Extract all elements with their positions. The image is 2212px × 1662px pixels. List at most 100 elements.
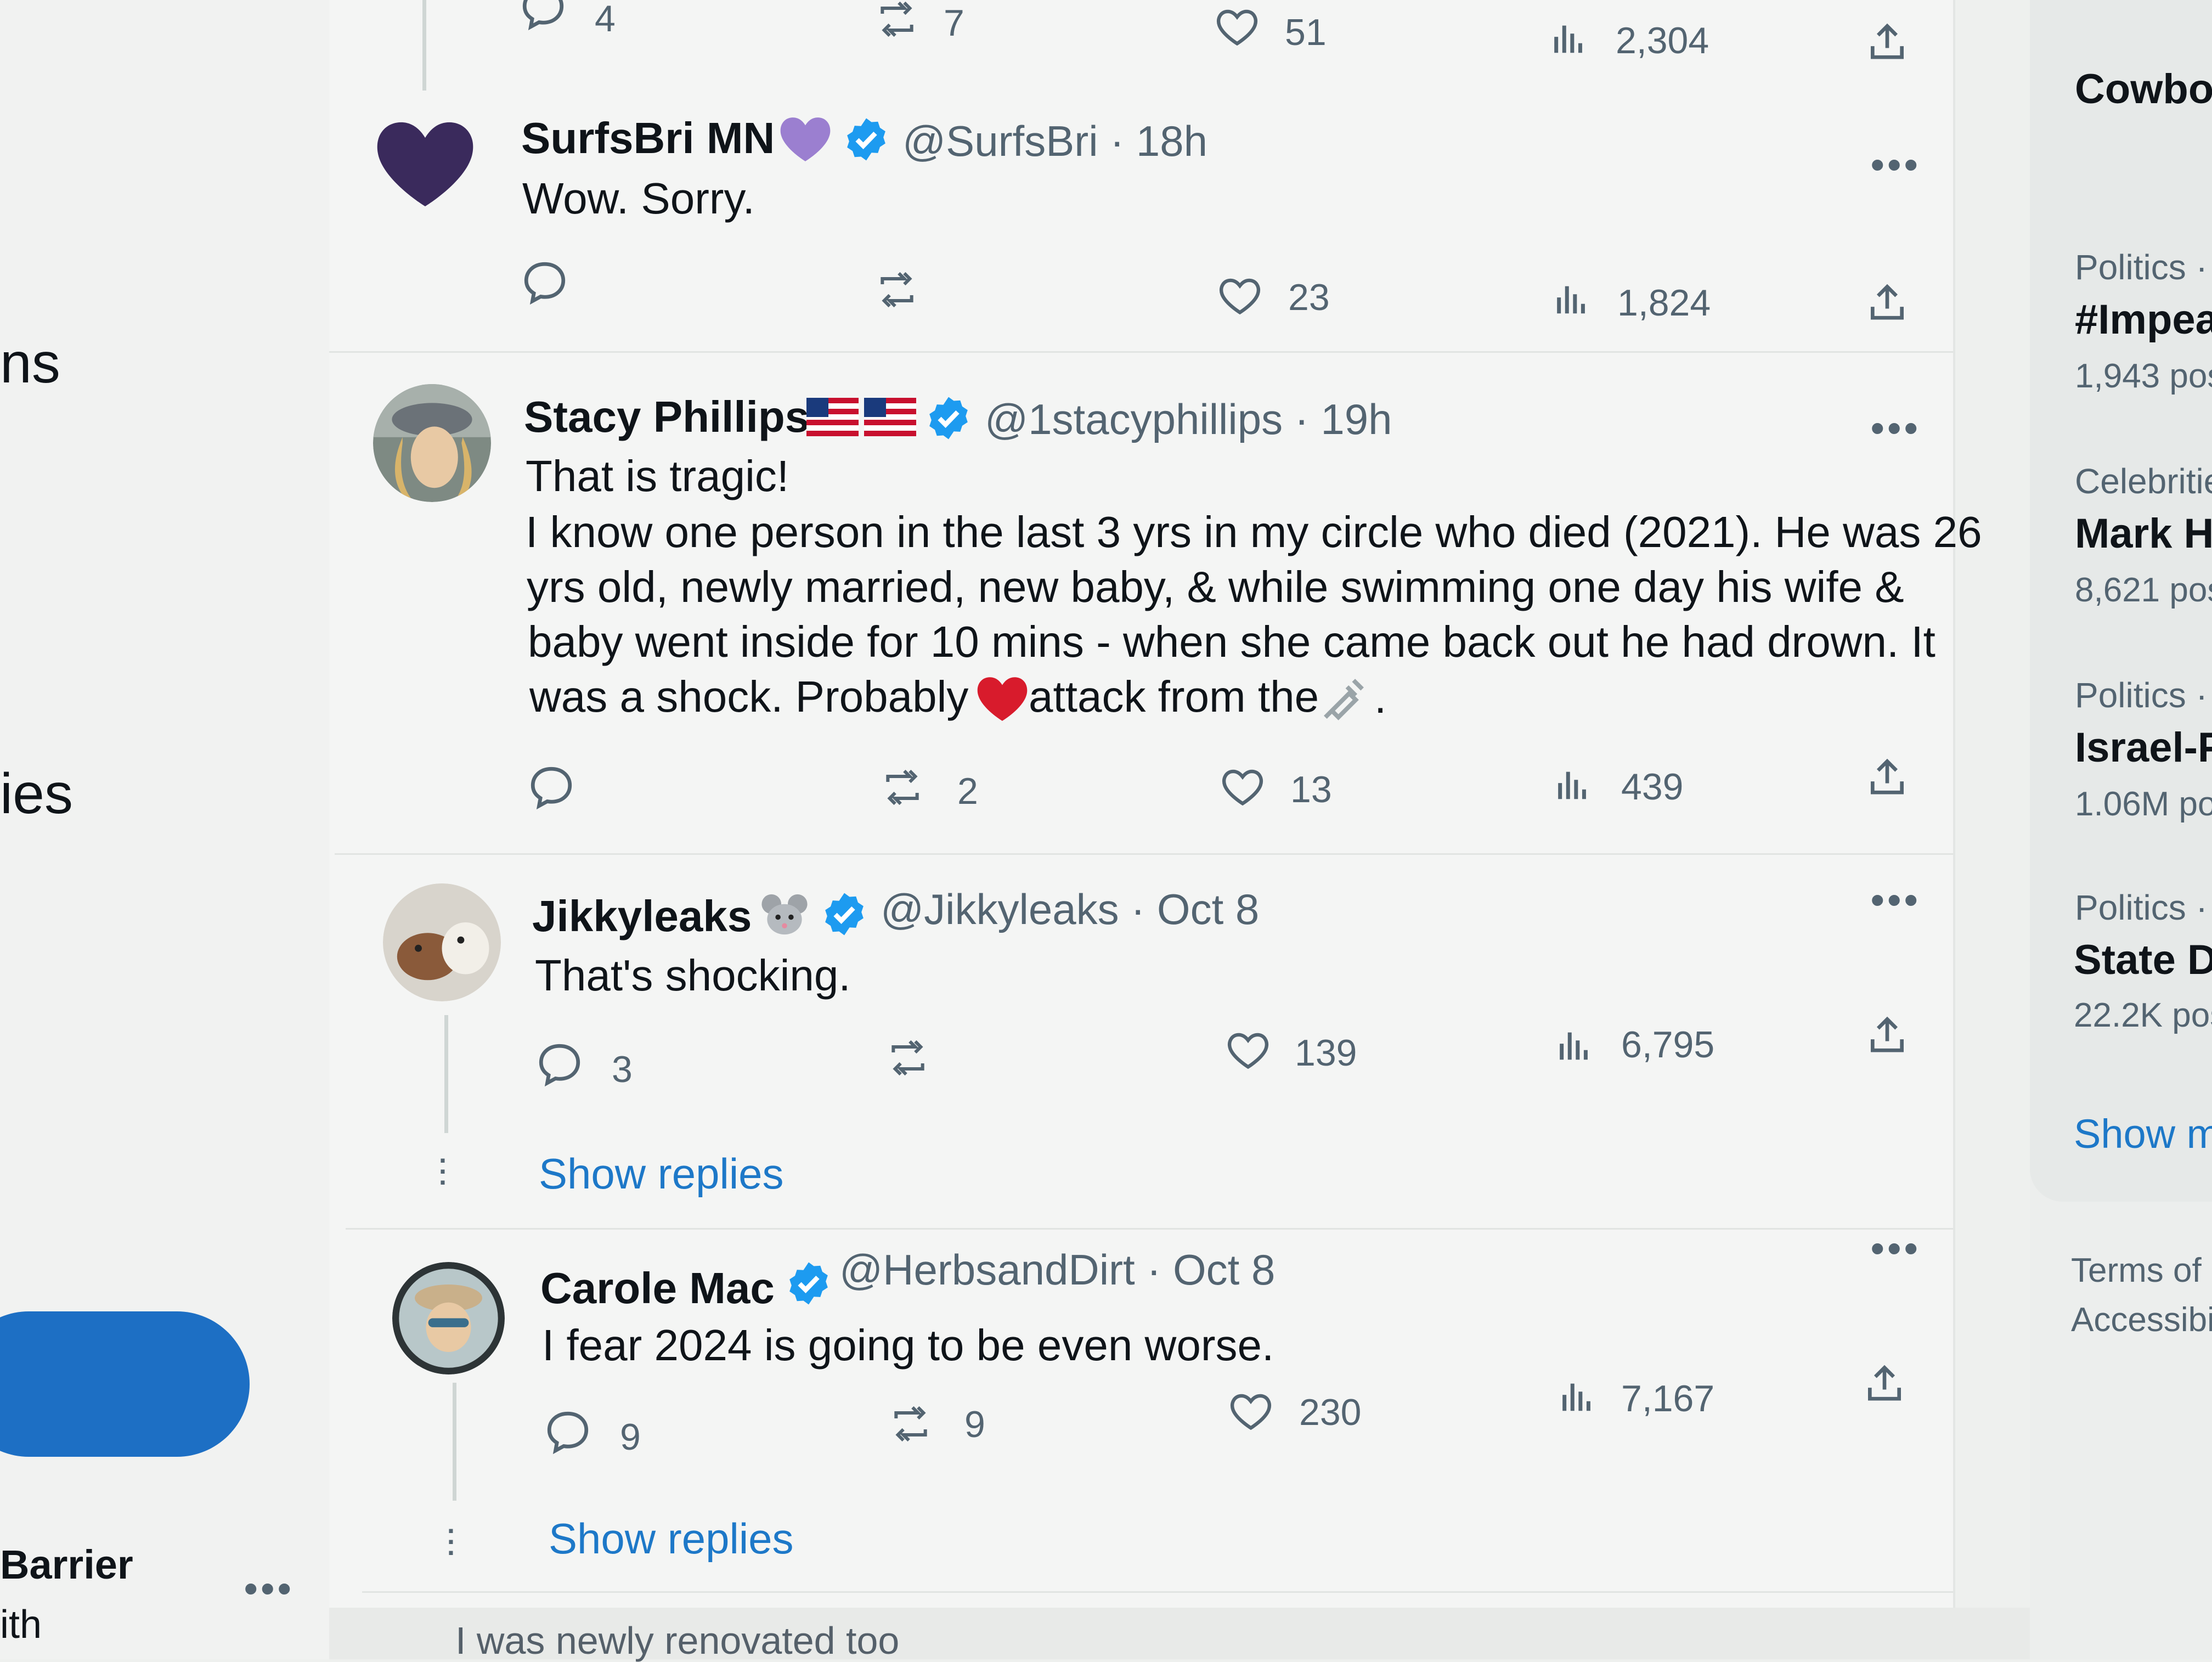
reply-icon[interactable]: [518, 0, 568, 33]
repost-icon[interactable]: [878, 765, 927, 809]
trend-title-partial[interactable]: Cowboy: [2075, 69, 2212, 110]
timeline: 4 7 51 2,304 SurfsBri MN @SurfsBri · 18h…: [329, 0, 1982, 1659]
show-replies-link[interactable]: Show replies: [539, 1152, 784, 1195]
tweet-text: I fear 2024 is going to be even worse.: [542, 1321, 1274, 1370]
post-button[interactable]: [0, 1311, 250, 1457]
like-icon[interactable]: [1215, 272, 1265, 318]
trend-title[interactable]: State De: [2074, 939, 2212, 981]
thread-line: [422, 0, 426, 91]
account-name[interactable]: Barrier: [0, 1545, 133, 1585]
like-icon[interactable]: [1212, 3, 1262, 49]
repost-icon[interactable]: [872, 0, 922, 41]
verified-badge-icon[interactable]: [820, 890, 868, 938]
views-icon[interactable]: [1555, 1026, 1594, 1064]
more-options-icon[interactable]: •••: [1871, 409, 1921, 447]
divider: [362, 1591, 1953, 1593]
verified-badge-icon[interactable]: [842, 115, 890, 164]
views-icon[interactable]: [1553, 280, 1591, 318]
views-icon[interactable]: [1558, 1377, 1596, 1416]
author-handle[interactable]: @HerbsandDirt · Oct 8: [839, 1248, 1275, 1291]
like-count: 23: [1288, 277, 1330, 318]
tweet-text: I know one person in the last 3 yrs in m…: [526, 508, 1982, 556]
like-icon[interactable]: [1218, 763, 1267, 809]
nav-item-partial[interactable]: ns: [0, 335, 60, 392]
avatar[interactable]: [392, 1262, 505, 1374]
more-options-icon[interactable]: •••: [1871, 881, 1921, 919]
verified-badge-icon[interactable]: [924, 394, 973, 442]
tweet-text: yrs old, newly married, new baby, & whil…: [527, 562, 1904, 611]
tweet-text: Wow. Sorry.: [522, 174, 755, 223]
like-count: 230: [1299, 1391, 1362, 1433]
like-count: 51: [1285, 12, 1327, 53]
share-icon[interactable]: [1865, 280, 1909, 326]
like-count: 13: [1290, 769, 1332, 810]
purple-heart-icon: [780, 117, 831, 161]
reply-icon[interactable]: [520, 258, 569, 307]
reply-count: 9: [620, 1416, 641, 1458]
verified-badge-icon[interactable]: [785, 1259, 833, 1308]
avatar-heart-icon[interactable]: [373, 118, 477, 209]
nav-item-partial[interactable]: ies: [0, 765, 73, 822]
like-icon[interactable]: [1223, 1026, 1273, 1073]
author-name[interactable]: SurfsBri MN: [521, 116, 775, 160]
account-more-icon[interactable]: •••: [244, 1569, 295, 1608]
trend-post-count: 1,943 pos: [2075, 357, 2212, 395]
like-count: 139: [1295, 1032, 1357, 1074]
tweet-text: attack from the: [1029, 672, 1319, 721]
share-icon[interactable]: [1865, 1012, 1909, 1059]
author-handle[interactable]: @SurfsBri · 18h: [902, 120, 1207, 162]
more-options-icon[interactable]: •••: [1871, 145, 1921, 184]
repost-icon[interactable]: [883, 1036, 933, 1080]
trend-title[interactable]: Israel-P: [2075, 727, 2212, 769]
author-name[interactable]: Stacy Phillips: [524, 395, 809, 439]
author-name[interactable]: Jikkyleaks: [532, 894, 752, 938]
avatar[interactable]: [373, 384, 491, 502]
reply-count: 4: [595, 0, 616, 40]
reply-icon[interactable]: [535, 1040, 584, 1089]
views-icon[interactable]: [1550, 19, 1588, 58]
author-handle[interactable]: @1stacyphillips · 19h: [985, 398, 1392, 441]
footer-accessibility-link[interactable]: Accessibi: [2071, 1303, 2212, 1337]
like-icon[interactable]: [1226, 1387, 1276, 1434]
next-tweet-text-partial: I was newly renovated too: [455, 1619, 900, 1662]
tweet-text: baby went inside for 10 mins - when she …: [528, 617, 1936, 666]
reply-count: 3: [612, 1049, 633, 1090]
share-icon[interactable]: [1863, 1361, 1906, 1407]
author-name[interactable]: Carole Mac: [540, 1266, 775, 1310]
share-icon[interactable]: [1865, 19, 1909, 66]
repost-count: 2: [957, 770, 978, 812]
us-flag-icons: [806, 398, 916, 436]
trend-title[interactable]: #Impea: [2075, 299, 2212, 341]
views-count: 2,304: [1616, 20, 1709, 61]
trend-post-count: 1.06M po: [2075, 785, 2212, 823]
trend-category: Celebritie: [2075, 461, 2212, 501]
avatar[interactable]: [383, 883, 501, 1001]
reply-icon[interactable]: [543, 1407, 592, 1457]
repost-icon[interactable]: [886, 1402, 935, 1446]
views-count: 439: [1621, 766, 1684, 808]
repost-icon[interactable]: [872, 268, 922, 312]
thread-line: [453, 1383, 456, 1501]
thread-dots-icon: · · ·: [447, 1515, 456, 1568]
footer-terms-link[interactable]: Terms of S: [2071, 1254, 2212, 1288]
trend-category: Politics · T: [2075, 675, 2212, 715]
trend-category: Politics · T: [2075, 888, 2212, 927]
author-handle[interactable]: @Jikkyleaks · Oct 8: [881, 888, 1259, 931]
divider: [335, 853, 1953, 855]
thread-line: [444, 1015, 448, 1133]
views-count: 7,167: [1621, 1378, 1715, 1419]
syringe-emoji: [1324, 679, 1364, 720]
red-heart-emoji: [977, 677, 1028, 721]
show-replies-link[interactable]: Show replies: [549, 1517, 794, 1560]
more-options-icon[interactable]: •••: [1871, 1229, 1921, 1267]
tweet-text: That is tragic!: [526, 452, 789, 500]
account-handle: ith: [0, 1603, 42, 1647]
share-icon[interactable]: [1865, 754, 1909, 801]
show-more-link[interactable]: Show m: [2074, 1114, 2212, 1154]
trend-title[interactable]: Mark Ha: [2075, 513, 2212, 555]
trend-category: Politics · T: [2075, 247, 2212, 287]
tweet-text: was a shock. Probably: [529, 672, 969, 721]
divider: [346, 1228, 1953, 1230]
views-icon[interactable]: [1554, 765, 1592, 804]
reply-icon[interactable]: [527, 763, 576, 812]
